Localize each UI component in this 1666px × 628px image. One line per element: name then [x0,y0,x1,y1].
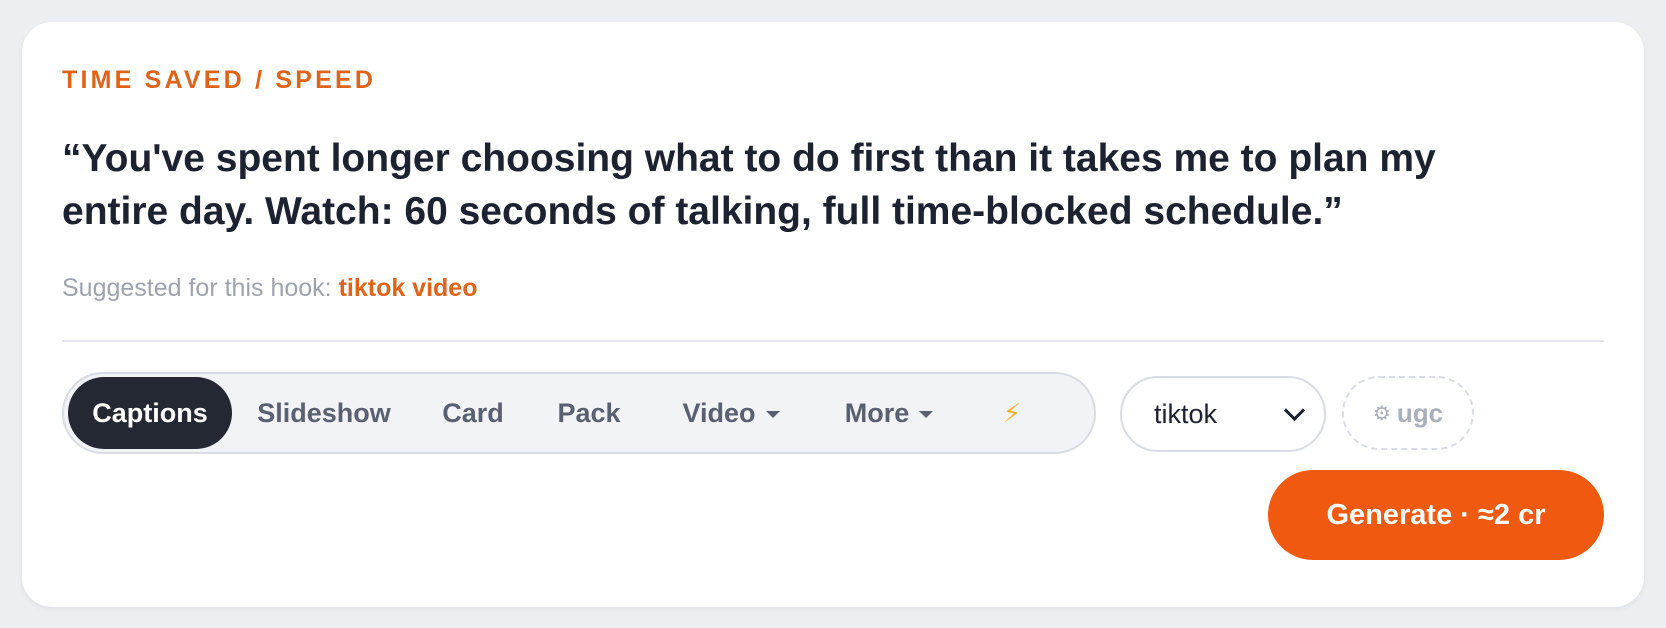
format-mode-bar: Captions Slideshow Card Pack Video More … [62,372,1096,454]
lightning-icon: ⚡ [1002,397,1022,428]
divider [62,340,1604,342]
ugc-toggle[interactable]: ⚙ ugc [1342,376,1474,450]
mode-pack-label: Pack [557,397,621,428]
hook-category-label: TIME SAVED / SPEED [62,66,377,94]
caret-down-icon [765,411,780,418]
hook-card: TIME SAVED / SPEED “You've spent longer … [22,22,1644,607]
suggested-label: Suggested for this hook: [62,274,339,302]
ugc-label: ugc [1396,397,1444,428]
mode-pack-tab[interactable]: Pack [530,377,648,449]
mode-video-dropdown[interactable]: Video [648,377,814,449]
mode-more-label: More [844,397,910,428]
hook-text: “You've spent longer choosing what to do… [62,137,1436,233]
generate-button[interactable]: Generate · ≈2 cr [1268,470,1604,560]
mode-card-tab[interactable]: Card [416,377,530,449]
mode-video-label: Video [682,397,756,428]
mode-slideshow-tab[interactable]: Slideshow [232,377,416,449]
gear-icon: ⚙ [1372,402,1391,425]
mode-slideshow-label: Slideshow [257,397,391,428]
mode-more-dropdown[interactable]: More [814,377,964,449]
mode-captions-tab[interactable]: Captions [68,377,232,449]
chevron-down-icon [1283,399,1306,421]
platform-select-value: tiktok [1154,398,1218,429]
mode-captions-label: Captions [92,397,208,428]
mode-card-label: Card [442,397,504,428]
platform-select[interactable]: tiktok [1120,376,1326,452]
suggested-format-link[interactable]: tiktok video [339,274,478,302]
caret-down-icon [919,411,934,418]
quick-mode-button[interactable]: ⚡ [964,377,1060,449]
suggested-format: Suggested for this hook: tiktok video [62,274,477,303]
